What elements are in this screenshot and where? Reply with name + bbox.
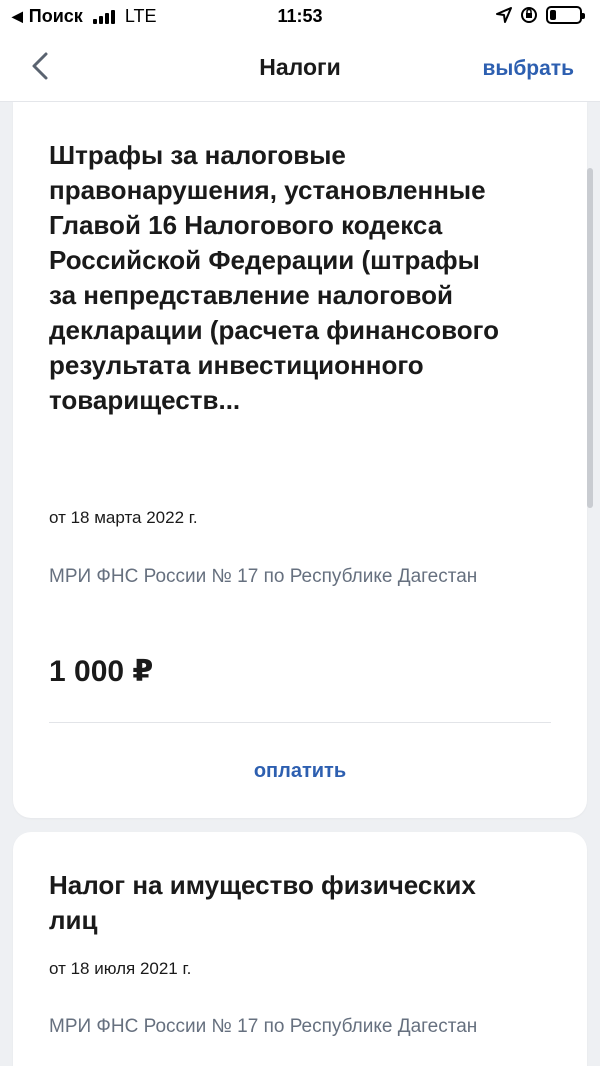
pay-button[interactable]: оплатить — [13, 760, 587, 783]
tax-card[interactable]: Штрафы за налоговые правонарушения, уста… — [13, 102, 587, 818]
battery-level — [550, 10, 556, 20]
divider — [49, 722, 551, 723]
scrollbar[interactable] — [587, 168, 593, 508]
nav-bar: Налоги выбрать — [0, 34, 600, 102]
location-arrow-icon — [496, 7, 512, 23]
tax-card-title: Налог на имущество физических лиц — [49, 870, 476, 935]
tax-card-authority: МРИ ФНС России № 17 по Республике Дагест… — [49, 1016, 478, 1037]
tax-card-authority: МРИ ФНС России № 17 по Республике Дагест… — [49, 566, 478, 587]
tax-card-date: от 18 июля 2021 г. — [49, 959, 192, 978]
status-bar: ◀ Поиск LTE 11:53 — [0, 0, 600, 34]
battery-icon — [546, 6, 585, 24]
select-button[interactable]: выбрать — [482, 57, 574, 81]
orientation-lock-icon — [521, 7, 537, 23]
tax-card-title: Штрафы за налоговые правонарушения, уста… — [49, 140, 500, 415]
tax-card-amount: 1 000 ₽ — [49, 655, 154, 688]
tax-card[interactable]: Налог на имущество физических лиц от 18 … — [13, 832, 587, 1066]
status-icons — [496, 6, 585, 24]
tax-card-date: от 18 марта 2022 г. — [49, 508, 198, 527]
